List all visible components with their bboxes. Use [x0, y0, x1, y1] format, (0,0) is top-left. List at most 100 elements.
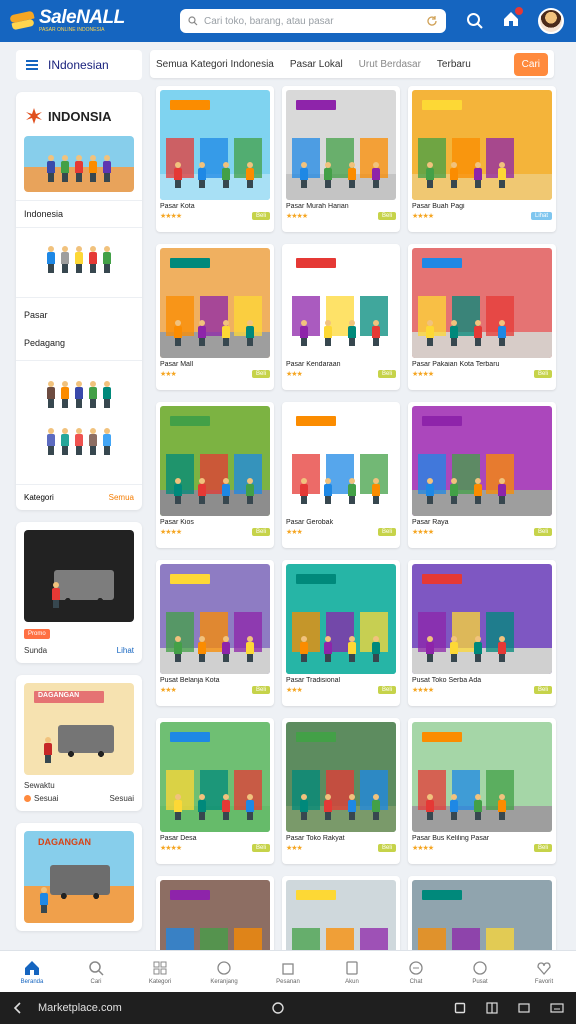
promo-card-2[interactable]: DAGANGAN Sewaktu Sesuai Sesuai: [16, 675, 142, 811]
nav-item-label: Pusat: [472, 978, 488, 985]
product-card[interactable]: Pasar Mall ★★★ Beli: [156, 244, 274, 390]
nav-item-grid[interactable]: Kategori: [130, 959, 190, 985]
product-title[interactable]: Pasar Kota: [160, 203, 270, 210]
gift-icon: [537, 961, 551, 975]
promo-1-link[interactable]: Lihat: [117, 646, 134, 655]
rating-stars: ★★★★: [286, 213, 308, 220]
home-icon: [25, 960, 39, 975]
product-card[interactable]: Pusat Belanja Kota ★★★ Beli: [156, 560, 274, 706]
header-search-icon[interactable]: [466, 12, 484, 30]
filter-category[interactable]: Semua Kategori Indonesia: [156, 59, 274, 70]
refresh-icon[interactable]: [426, 15, 438, 27]
product-title[interactable]: Pasar Desa: [160, 835, 270, 842]
promo-2-link[interactable]: Sesuai: [110, 794, 134, 803]
product-title[interactable]: Pusat Belanja Kota: [160, 677, 270, 684]
nav-item-chat[interactable]: Chat: [386, 959, 446, 985]
sidebar-menu-header[interactable]: INdonesian: [16, 50, 142, 80]
product-card[interactable]: Pasar Desa ★★★★ Beli: [156, 718, 274, 864]
product-image: [160, 722, 270, 832]
buy-button[interactable]: Lihat: [530, 212, 552, 220]
keyboard-icon[interactable]: [550, 1002, 564, 1014]
buy-button[interactable]: Beli: [251, 686, 270, 694]
product-card[interactable]: Pasar Raya ★★★★ Beli: [408, 402, 556, 548]
product-title[interactable]: Pasar Raya: [412, 519, 552, 526]
nav-item-search[interactable]: Cari: [66, 959, 126, 985]
nav-item-home[interactable]: Beranda: [2, 959, 62, 985]
split-view-icon[interactable]: [486, 1002, 498, 1014]
product-card[interactable]: Pasar Bus Keliling Pasar ★★★★ Beli: [408, 718, 556, 864]
product-title[interactable]: Pasar Kios: [160, 519, 270, 526]
promo-3-banner: DAGANGAN: [38, 837, 91, 847]
product-card[interactable]: Pasar Gerobak ★★★ Beli: [282, 402, 400, 548]
product-image: [286, 722, 396, 832]
sidebar-link-pasar[interactable]: Pasar: [24, 310, 134, 320]
promo-card-1[interactable]: Promo Sunda Lihat: [16, 522, 142, 663]
sidebar-link-pedagang[interactable]: Pedagang: [24, 338, 134, 348]
product-title[interactable]: Pasar Bus Keliling Pasar: [412, 835, 552, 842]
buy-button[interactable]: Beli: [377, 370, 396, 378]
search-button[interactable]: Cari: [513, 52, 548, 76]
search-input[interactable]: Cari toko, barang, atau pasar: [180, 9, 446, 33]
back-icon[interactable]: [12, 1002, 24, 1014]
product-title[interactable]: Pasar Gerobak: [286, 519, 396, 526]
nav-item-label: Favorit: [534, 978, 554, 985]
nav-item-user[interactable]: Akun: [322, 959, 382, 985]
recents-icon[interactable]: [454, 1002, 466, 1014]
product-card[interactable]: Pusat Toko Serba Ada ★★★★ Beli: [408, 560, 556, 706]
nav-item-gift[interactable]: Favorit: [514, 959, 574, 985]
promo-image-1: [24, 530, 134, 622]
filter-bar: Semua Kategori Indonesia Pasar Lokal Uru…: [150, 50, 554, 78]
sidebar-see-all-link[interactable]: Semua: [109, 493, 134, 502]
product-card[interactable]: Pasar Toko Rakyat ★★★ Beli: [282, 718, 400, 864]
nav-item-label: Keranjang: [210, 978, 238, 985]
filter-location[interactable]: Pasar Lokal: [290, 59, 343, 70]
buy-button[interactable]: Beli: [251, 528, 270, 536]
buy-button[interactable]: Beli: [533, 528, 552, 536]
product-title[interactable]: Pasar Mall: [160, 361, 270, 368]
product-card[interactable]: Pasar Pakaian Kota Terbaru ★★★★ Beli: [408, 244, 556, 390]
product-title[interactable]: Pasar Buah Pagi: [412, 203, 552, 210]
cart-icon: [217, 960, 231, 975]
nav-item-bag[interactable]: Pesanan: [258, 959, 318, 985]
app-logo[interactable]: SaleNALL PASAR ONLINE INDONESIA: [9, 8, 160, 33]
product-card[interactable]: Pasar Kendaraan ★★★ Beli: [282, 244, 400, 390]
product-image: [286, 406, 396, 516]
product-card[interactable]: Pasar Murah Harian ★★★★ Beli: [282, 86, 400, 232]
buy-button[interactable]: Beli: [251, 212, 270, 220]
buy-button[interactable]: Beli: [533, 370, 552, 378]
buy-button[interactable]: Beli: [251, 844, 270, 852]
filter-sort[interactable]: Urut Berdasar: [359, 59, 421, 70]
heart-icon: [473, 960, 487, 975]
product-card[interactable]: Pasar Tradisional ★★★ Beli: [282, 560, 400, 706]
product-title[interactable]: Pasar Pakaian Kota Terbaru: [412, 361, 552, 368]
buy-button[interactable]: Beli: [377, 528, 396, 536]
filter-newest[interactable]: Terbaru: [437, 59, 471, 70]
product-title[interactable]: Pasar Toko Rakyat: [286, 835, 396, 842]
buy-button[interactable]: Beli: [251, 370, 270, 378]
product-card[interactable]: Pasar Buah Pagi ★★★★ Lihat: [408, 86, 556, 232]
nav-item-heart[interactable]: Pusat: [450, 959, 510, 985]
rating-stars: ★★★★: [412, 845, 434, 852]
hamburger-icon[interactable]: [26, 60, 38, 70]
avatar[interactable]: [538, 8, 564, 34]
home-notification-icon[interactable]: [502, 6, 523, 33]
buy-button[interactable]: Beli: [377, 686, 396, 694]
home-circle-icon[interactable]: [272, 1002, 284, 1014]
promo-image-3: DAGANGAN: [24, 831, 134, 923]
product-card[interactable]: Pasar Kios ★★★★ Beli: [156, 402, 274, 548]
product-title[interactable]: Pasar Murah Harian: [286, 203, 396, 210]
promo-card-3[interactable]: DAGANGAN: [16, 823, 142, 931]
window-icon[interactable]: [518, 1002, 530, 1014]
buy-button[interactable]: Beli: [533, 844, 552, 852]
product-card[interactable]: Pasar Kota ★★★★ Beli: [156, 86, 274, 232]
buy-button[interactable]: Beli: [377, 212, 396, 220]
sidebar-section-title[interactable]: Indonesia: [24, 209, 134, 219]
indonesia-brand[interactable]: INDONSIA: [24, 100, 134, 132]
rating-stars: ★★★: [160, 371, 177, 378]
buy-button[interactable]: Beli: [533, 686, 552, 694]
product-title[interactable]: Pasar Tradisional: [286, 677, 396, 684]
product-title[interactable]: Pasar Kendaraan: [286, 361, 396, 368]
buy-button[interactable]: Beli: [377, 844, 396, 852]
product-title[interactable]: Pusat Toko Serba Ada: [412, 677, 552, 684]
nav-item-cart[interactable]: Keranjang: [194, 959, 254, 985]
